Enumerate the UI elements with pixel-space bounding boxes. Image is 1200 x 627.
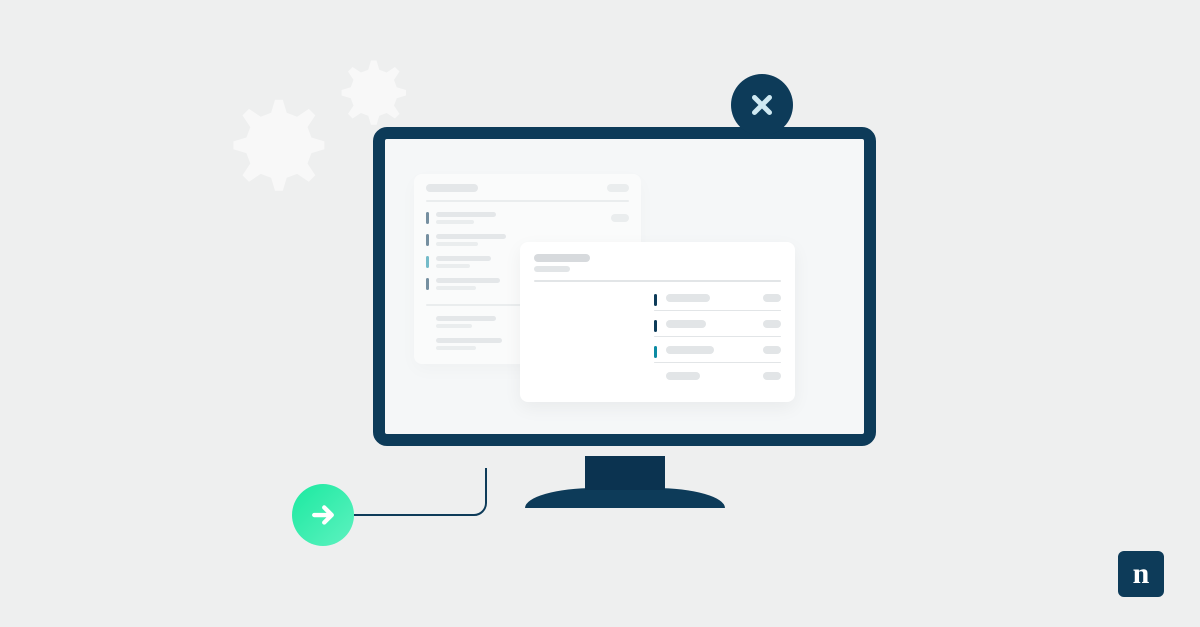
front-panel <box>520 242 795 402</box>
brand-logo: n <box>1118 551 1164 597</box>
close-icon <box>731 74 793 136</box>
gear-icon <box>210 92 340 222</box>
arrow-right-icon <box>292 484 354 546</box>
go-connector <box>354 468 504 518</box>
monitor-neck <box>585 456 665 490</box>
monitor-base <box>525 488 725 508</box>
brand-logo-letter: n <box>1133 559 1150 589</box>
